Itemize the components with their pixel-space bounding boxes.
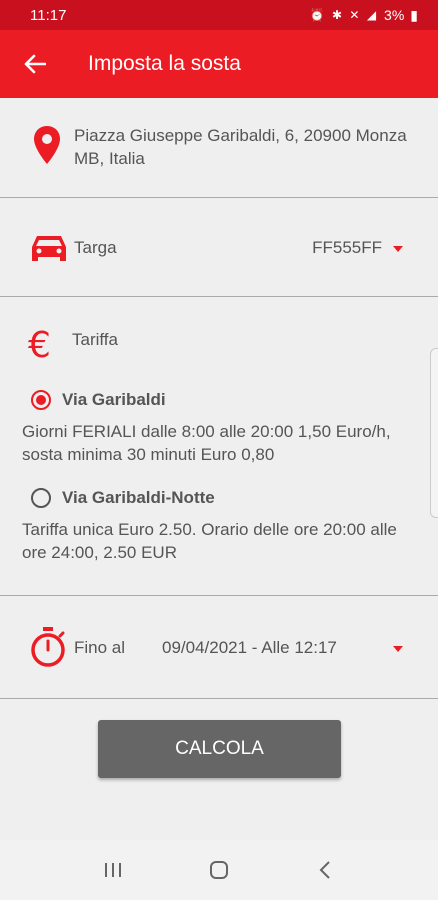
scroll-handle[interactable]	[430, 348, 438, 518]
status-time: 11:17	[30, 6, 67, 24]
arrow-left-icon	[24, 54, 46, 74]
fino-dropdown[interactable]: 09/04/2021 - Alle 12:17	[162, 638, 337, 658]
radio-via-garibaldi[interactable]	[31, 390, 51, 410]
battery-percent: 3%	[384, 7, 405, 23]
calcola-button[interactable]: CALCOLA	[98, 720, 341, 778]
stopwatch-icon	[31, 627, 65, 667]
status-indicators: ⏰ ✱ ✕ ◢ 3% ▮	[310, 7, 418, 24]
car-icon	[32, 236, 66, 261]
page-title: Imposta la sosta	[88, 52, 241, 75]
radio-via-garibaldi-notte[interactable]	[31, 488, 51, 508]
option-title[interactable]: Via Garibaldi	[62, 390, 166, 410]
option-title[interactable]: Via Garibaldi-Notte	[62, 488, 215, 508]
address-text: Piazza Giuseppe Garibaldi, 6, 20900 Monz…	[74, 126, 407, 168]
battery-icon: ▮	[410, 6, 418, 23]
status-system-icons: ⏰ ✱ ✕ ◢	[309, 8, 379, 22]
euro-icon: €	[28, 325, 51, 366]
option-description: Tariffa unica Euro 2.50. Orario delle or…	[22, 520, 397, 562]
recent-apps-icon	[105, 863, 121, 877]
nav-back-button[interactable]	[305, 850, 345, 890]
map-pin-icon	[34, 126, 60, 164]
home-button[interactable]	[199, 850, 239, 890]
tariffa-label: Tariffa	[72, 330, 118, 349]
chevron-down-icon[interactable]	[393, 646, 403, 652]
back-button[interactable]	[0, 30, 70, 98]
home-icon	[210, 861, 228, 879]
fino-label: Fino al	[74, 638, 126, 657]
app-bar: Imposta la sosta	[0, 30, 438, 98]
chevron-left-icon	[319, 861, 330, 879]
recent-apps-button[interactable]	[93, 850, 133, 890]
option-description: Giorni FERIALI dalle 8:00 alle 20:00 1,5…	[22, 422, 391, 464]
targa-label: Targa	[74, 238, 117, 257]
chevron-down-icon[interactable]	[393, 246, 403, 252]
targa-dropdown[interactable]: FF555FF	[312, 238, 382, 258]
status-bar: 11:17 ⏰ ✱ ✕ ◢ 3% ▮	[0, 0, 438, 30]
system-nav-bar	[0, 840, 438, 900]
